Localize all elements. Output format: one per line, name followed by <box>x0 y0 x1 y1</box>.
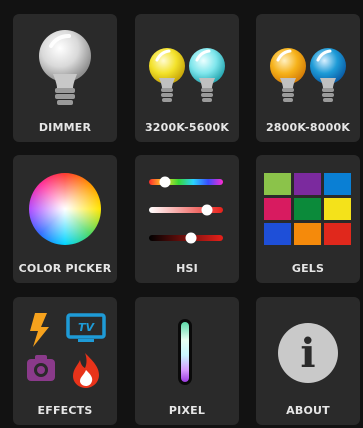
hsi-tile[interactable]: HSI <box>135 155 239 283</box>
hue-knob <box>159 176 171 188</box>
pixel-tube-icon <box>178 319 192 385</box>
tv-text: TV <box>78 321 96 334</box>
cct-2800-8000-tile[interactable]: 2800K-8000K <box>256 14 360 142</box>
gel-swatch <box>324 173 351 195</box>
gel-swatch <box>264 223 291 245</box>
color-wheel-icon <box>29 173 101 245</box>
white-bulb-icon <box>39 30 91 105</box>
intensity-knob <box>185 232 197 244</box>
tile-label: ABOUT <box>286 404 330 417</box>
cct-3200-5600-tile[interactable]: 3200K-5600K <box>135 14 239 142</box>
tv-icon: TV <box>66 313 106 342</box>
gels-grid-icon <box>264 173 352 247</box>
tile-label: EFFECTS <box>37 404 93 417</box>
lightning-bolt-icon <box>30 313 49 347</box>
gel-swatch <box>324 223 351 245</box>
gel-swatch <box>264 198 291 220</box>
fire-icon <box>73 353 99 388</box>
tile-label: GELS <box>291 262 325 275</box>
info-icon: i <box>278 323 338 383</box>
camera-icon <box>27 355 55 381</box>
yellow-cyan-bulbs-icon <box>149 48 225 102</box>
about-tile[interactable]: i ABOUT <box>256 297 360 425</box>
gel-swatch <box>294 223 321 245</box>
saturation-knob <box>201 204 213 216</box>
gel-swatch <box>294 173 321 195</box>
tile-label: 3200K-5600K <box>144 121 230 134</box>
tile-label: 2800K-8000K <box>265 121 351 134</box>
effects-tile[interactable]: TV EFFECTS <box>13 297 117 425</box>
dimmer-tile[interactable]: DIMMER <box>13 14 117 142</box>
gel-swatch <box>294 198 321 220</box>
gel-swatch <box>324 198 351 220</box>
info-glyph: i <box>300 330 315 377</box>
tile-label: PIXEL <box>168 404 206 417</box>
tile-label: HSI <box>176 262 198 275</box>
gel-swatch <box>264 173 291 195</box>
orange-blue-bulbs-icon <box>270 48 346 102</box>
color-picker-tile[interactable]: COLOR PICKER <box>13 155 117 283</box>
tile-label: COLOR PICKER <box>18 262 112 275</box>
hsi-sliders-icon <box>149 176 223 244</box>
tile-label: DIMMER <box>38 121 92 134</box>
pixel-tile[interactable]: PIXEL <box>135 297 239 425</box>
gels-tile[interactable]: GELS <box>256 155 360 283</box>
